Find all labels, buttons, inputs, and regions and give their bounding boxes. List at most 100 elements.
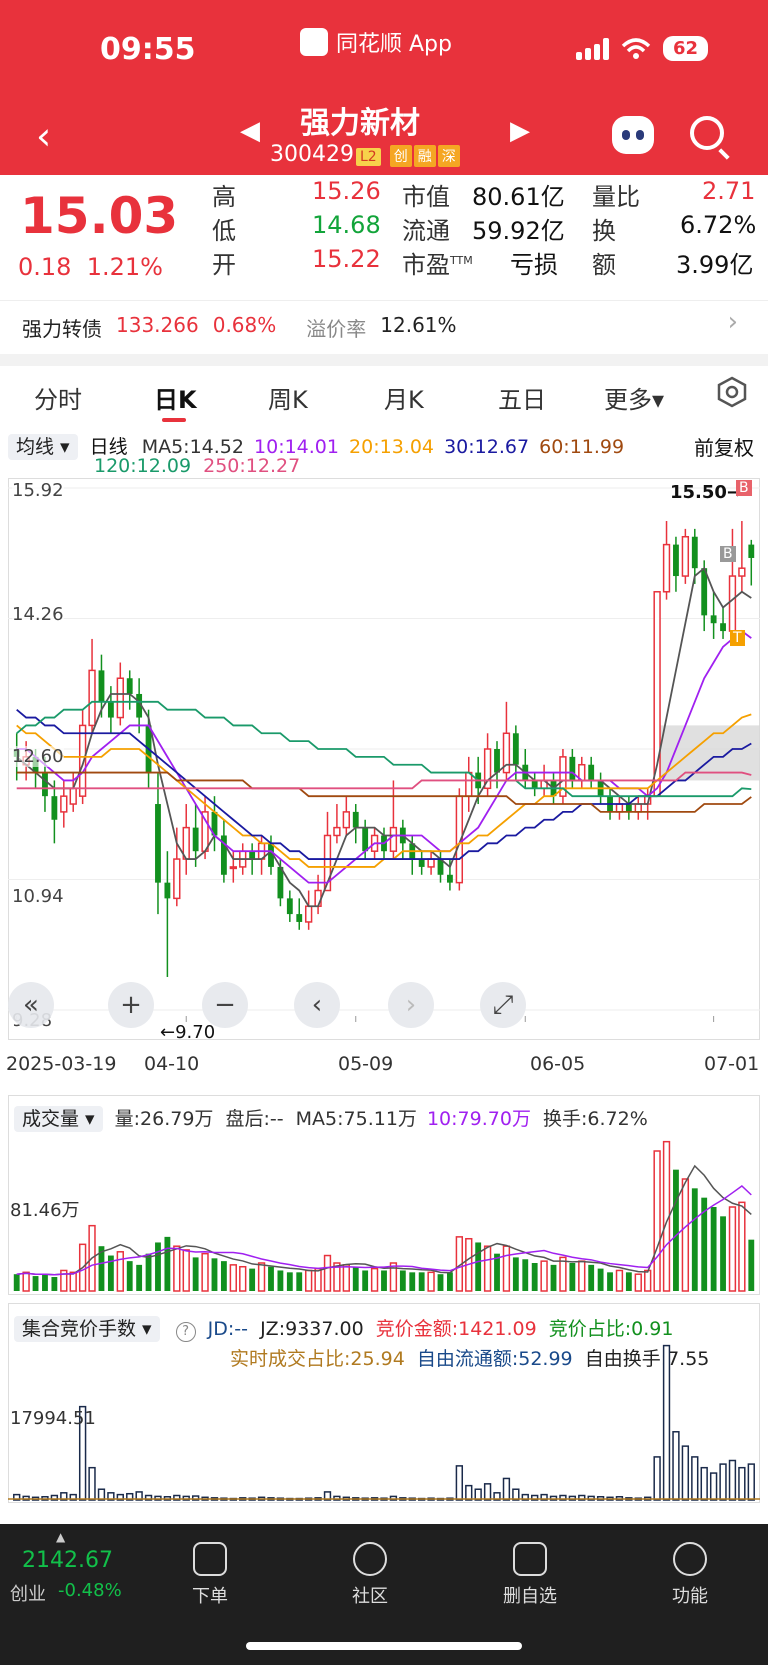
volume-bar	[550, 1264, 557, 1291]
candle-body	[88, 669, 96, 727]
candle-body	[333, 826, 341, 837]
nav-remove-watchlist[interactable]: 删自选	[490, 1534, 570, 1608]
volume-chart[interactable]	[8, 1135, 760, 1293]
turnover-value: 6.72%	[680, 211, 757, 239]
candle-body	[418, 859, 425, 867]
volume-bar	[145, 1253, 152, 1291]
candle-body	[681, 535, 690, 577]
scroll-right-button[interactable]: ›	[388, 982, 434, 1028]
bond-pct: 0.68%	[212, 313, 277, 337]
assistant-robot-icon[interactable]	[612, 116, 654, 154]
ma30-label: 30:12.67	[444, 436, 530, 458]
candle-body	[69, 787, 77, 805]
ma-legend-row-2: 120:12.09 250:12.27	[94, 455, 300, 477]
tab-daily-k[interactable]: 日K	[154, 380, 197, 422]
auction-bar	[700, 1466, 708, 1501]
volume-bar	[588, 1264, 595, 1291]
candle-body	[615, 803, 624, 813]
back-button[interactable]: ‹	[36, 114, 51, 158]
auction-bar	[709, 1472, 718, 1501]
ma-selector-dropdown[interactable]: 均线 ▾	[8, 434, 78, 460]
volume-bar	[634, 1273, 642, 1292]
x-tick-label: 04-10	[144, 1053, 200, 1075]
tab-intraday[interactable]: 分时	[34, 380, 82, 415]
candle-body	[738, 567, 746, 577]
stock-code: 300429	[270, 142, 354, 167]
candle-body	[427, 858, 435, 868]
auction-selector-dropdown[interactable]: 集合竞价手数 ▾	[14, 1316, 160, 1342]
auction-bar	[719, 1463, 727, 1501]
candle-body	[352, 811, 359, 828]
top-header: 09:55 同花顺 App 62 ‹ ◀ 强力新材 300429 L2 创融深 ▶	[0, 0, 768, 175]
nav-community[interactable]: 社区	[330, 1534, 410, 1608]
candle-body	[362, 827, 369, 852]
volume-bar	[437, 1274, 444, 1291]
volume-bar	[748, 1239, 755, 1291]
wifi-icon	[621, 37, 651, 59]
volume-bar	[427, 1271, 435, 1292]
y-tick-label: 12.60	[12, 746, 64, 767]
candle-body	[625, 804, 632, 812]
next-stock-button[interactable]: ▶	[510, 116, 530, 146]
volume-bar	[211, 1258, 218, 1291]
buy-marker: B	[736, 480, 752, 496]
app-logo-icon	[300, 28, 328, 56]
settings-hex-icon[interactable]	[716, 376, 748, 408]
auction-legend-row-1: 集合竞价手数 ▾ ? JD:-- JZ:9337.00 竞价金额:1421.09…	[14, 1314, 673, 1342]
scroll-left-button[interactable]: ‹	[294, 982, 340, 1028]
volume-bar	[502, 1245, 511, 1292]
zoom-out-button[interactable]: −	[202, 982, 248, 1028]
jd-value: JD:--	[207, 1318, 249, 1340]
volume-bar	[644, 1269, 652, 1292]
ma60-label: 60:11.99	[539, 436, 625, 458]
convertible-bond-row[interactable]: 强力转债 133.266 0.68% 溢价率 12.61% ›	[0, 300, 768, 354]
volume-bar	[51, 1277, 58, 1291]
auction-bar	[747, 1463, 755, 1501]
premium-value: 12.61%	[380, 313, 457, 337]
tab-five-day[interactable]: 五日	[498, 380, 546, 415]
volume-bar	[447, 1272, 453, 1291]
index-value[interactable]: 2142.67	[22, 1548, 113, 1573]
fullscreen-button[interactable]: ⤢	[480, 982, 526, 1028]
nav-order[interactable]: 下单	[170, 1534, 250, 1608]
help-icon[interactable]: ?	[175, 1322, 196, 1342]
volume-bar	[615, 1269, 624, 1292]
order-icon	[193, 1542, 227, 1576]
period-tabs: 分时 日K 周K 月K 五日 更多▾	[0, 366, 768, 428]
volume-bar	[229, 1264, 237, 1292]
tab-more[interactable]: 更多▾	[604, 380, 664, 415]
candle-body	[249, 851, 256, 860]
kline-chart[interactable]	[8, 478, 760, 1040]
auction-chart[interactable]	[8, 1340, 760, 1502]
mcap-value: 80.61亿	[472, 183, 565, 211]
tab-weekly-k[interactable]: 周K	[268, 380, 308, 415]
volume-bar	[155, 1242, 161, 1291]
candle-body	[126, 678, 133, 694]
volume-bar	[352, 1266, 359, 1291]
nav-functions[interactable]: 功能	[650, 1534, 730, 1608]
volume-bar	[370, 1267, 379, 1292]
open-value: 15.22	[312, 245, 381, 273]
candle-body	[296, 914, 303, 922]
auction-bar	[738, 1466, 746, 1501]
amount-value: 3.99亿	[676, 251, 754, 279]
volume-bar	[277, 1270, 284, 1291]
zoom-in-button[interactable]: +	[108, 982, 154, 1028]
tab-monthly-k[interactable]: 月K	[384, 380, 424, 415]
volume-bar	[531, 1263, 538, 1291]
adjust-mode[interactable]: 前复权	[694, 432, 754, 461]
float-value: 59.92亿	[472, 217, 565, 245]
search-icon[interactable]	[690, 116, 724, 150]
bond-name: 强力转债	[22, 317, 102, 341]
auction-bar	[483, 1483, 492, 1501]
pe-label: 市盈TTM	[402, 251, 473, 279]
candle-body	[588, 764, 595, 781]
stock-title: 强力新材	[300, 106, 420, 141]
zoom-out-full-button[interactable]: «	[8, 982, 54, 1028]
prev-stock-button[interactable]: ◀	[240, 116, 260, 146]
candle-body	[342, 811, 350, 829]
volume-bar	[399, 1270, 406, 1291]
auction-bar	[728, 1459, 737, 1501]
auction-ratio: 竞价占比:0.91	[548, 1318, 674, 1340]
candle-body	[691, 536, 698, 569]
